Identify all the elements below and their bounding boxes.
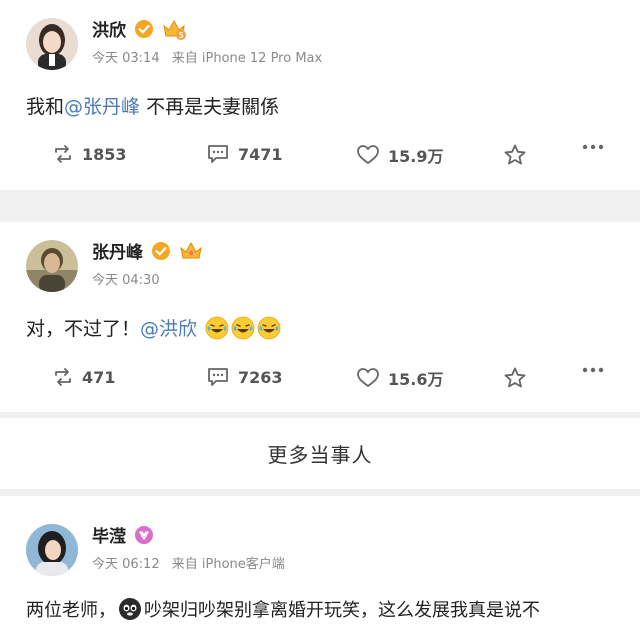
like-icon xyxy=(357,145,379,165)
post-meta: 今天 04:30 xyxy=(92,269,160,288)
post-text: 两位老师， 吵架归吵架别拿离婚开玩笑，这么发展我真是说不 xyxy=(26,596,540,622)
more-parties-label: 更多当事人 xyxy=(267,443,373,467)
author-name[interactable]: 张丹峰 xyxy=(92,238,203,263)
comment-icon xyxy=(208,145,228,163)
comment-button[interactable]: 7471 xyxy=(206,143,283,165)
like-button[interactable]: 15.9万 xyxy=(356,143,443,167)
emoji-group xyxy=(203,316,281,340)
avatar[interactable] xyxy=(26,240,78,292)
favorite-button[interactable] xyxy=(503,143,535,167)
dog-emoji xyxy=(119,598,141,620)
star-icon xyxy=(504,367,526,388)
like-button[interactable]: 15.6万 xyxy=(356,366,443,390)
post-time: 今天 04:30 xyxy=(92,273,160,288)
favorite-button[interactable] xyxy=(503,366,535,390)
post-card-2: 张丹峰 今天 04:30 对，不过了！ @洪欣 471 7263 15.6万 xyxy=(0,222,640,412)
author-name[interactable]: 毕滢 xyxy=(92,522,154,547)
repost-button[interactable]: 471 xyxy=(52,366,115,388)
post-text: 我和 @张丹峰 不再是夫妻關係 xyxy=(26,92,279,119)
post-card-3: 毕滢 今天 06:12 来自 iPhone客户端 两位老师， 吵架归吵架别拿离婚… xyxy=(0,496,640,636)
laugh-cry-emoji xyxy=(231,316,255,339)
crown-icon xyxy=(179,240,203,262)
repost-icon xyxy=(55,145,71,163)
action-bar: 471 7263 15.6万 xyxy=(0,366,640,396)
post-card-1: 洪欣 5 今天 03:14 来自 iPhone 12 Pro Max 我和 @张… xyxy=(0,0,640,190)
avatar[interactable] xyxy=(26,18,78,70)
avatar[interactable] xyxy=(26,524,78,576)
svg-text:5: 5 xyxy=(178,31,184,40)
repost-button[interactable]: 1853 xyxy=(52,143,127,165)
post-meta: 今天 06:12 来自 iPhone客户端 xyxy=(92,553,285,572)
post-time: 今天 03:14 xyxy=(92,51,160,66)
post-meta: 今天 03:14 来自 iPhone 12 Pro Max xyxy=(92,47,322,66)
author-name[interactable]: 洪欣 5 xyxy=(92,16,186,41)
verified-icon xyxy=(151,241,171,261)
laugh-cry-emoji xyxy=(205,316,229,339)
crown-icon: 5 xyxy=(162,18,186,40)
post-source: 来自 iPhone客户端 xyxy=(171,557,285,572)
verified-icon xyxy=(134,19,154,39)
more-button[interactable] xyxy=(582,366,612,374)
comment-button[interactable]: 7263 xyxy=(206,366,283,388)
more-parties-button[interactable]: 更多当事人 xyxy=(0,418,640,489)
post-source: 来自 iPhone 12 Pro Max xyxy=(171,51,323,66)
mention-link[interactable]: @张丹峰 xyxy=(64,92,140,119)
more-icon xyxy=(582,367,604,373)
post-time: 今天 06:12 xyxy=(92,557,160,572)
more-button[interactable] xyxy=(582,143,612,151)
more-icon xyxy=(582,144,604,150)
laugh-cry-emoji xyxy=(257,316,281,339)
action-bar: 1853 7471 15.9万 xyxy=(0,143,640,173)
comment-icon xyxy=(208,368,228,386)
like-icon xyxy=(357,368,379,388)
vip-icon xyxy=(134,525,154,545)
star-icon xyxy=(504,144,526,165)
repost-icon xyxy=(55,368,71,386)
mention-link[interactable]: @洪欣 xyxy=(140,314,197,341)
post-text: 对，不过了！ @洪欣 xyxy=(26,314,281,341)
